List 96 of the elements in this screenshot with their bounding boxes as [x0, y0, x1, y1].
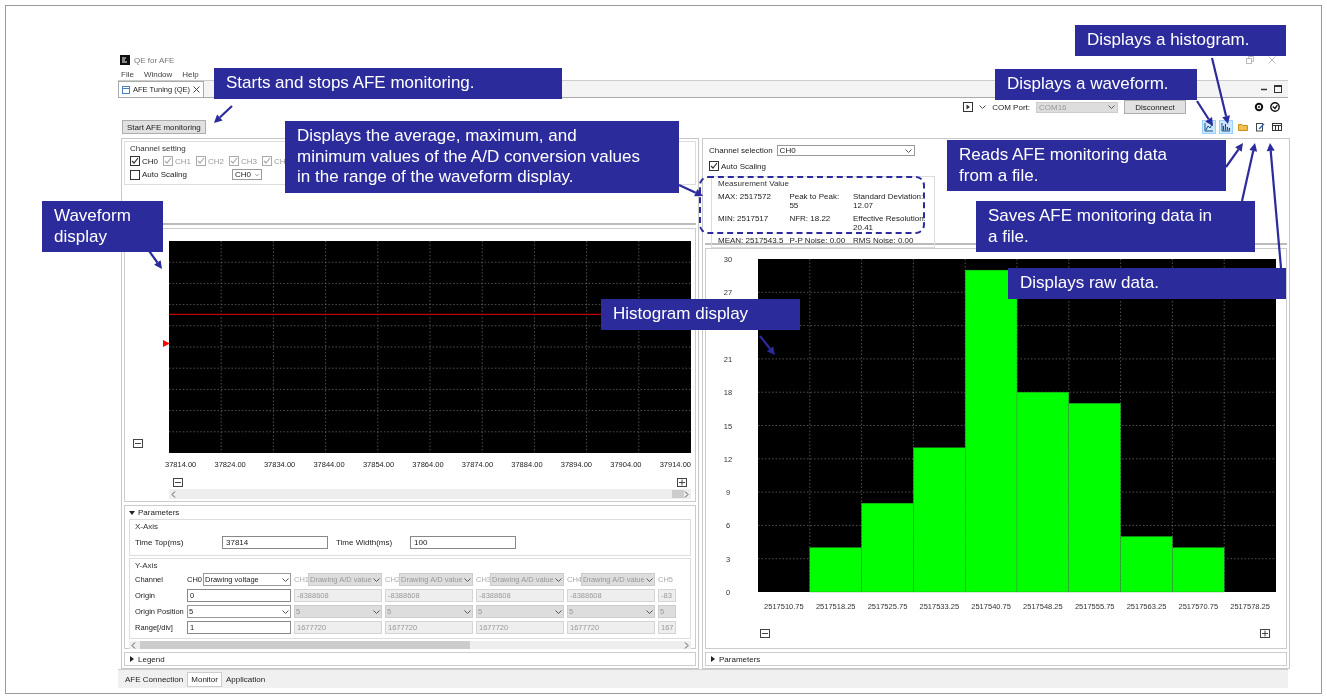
callout: Waveform display — [42, 201, 163, 253]
pointer-arrow — [214, 105, 233, 123]
menu-item[interactable]: File — [121, 69, 134, 79]
callout: Histogram display — [601, 299, 800, 330]
checkbox[interactable] — [130, 169, 140, 180]
caret-icon — [373, 609, 380, 614]
com-port-label: COM Port: — [992, 102, 1030, 112]
caret-icon — [464, 609, 471, 614]
run-icon[interactable] — [963, 102, 974, 112]
start-monitoring-button[interactable]: Start AFE monitoring — [122, 120, 206, 134]
measurement-value: RMS Noise: 0.00 — [853, 236, 915, 245]
trigger-marker-icon — [163, 340, 170, 347]
caret-icon — [373, 577, 380, 582]
zoom-out-icon[interactable] — [173, 478, 183, 487]
document-pencil-icon — [1255, 122, 1265, 132]
caret-icon — [979, 105, 987, 109]
checkbox-label: CH — [274, 156, 286, 166]
channel-dropdown[interactable]: CH0 — [776, 145, 915, 156]
pointer-arrow — [678, 184, 703, 197]
histogram-bar — [1172, 547, 1225, 593]
callout: Reads AFE monitoring data from a file. — [947, 140, 1226, 192]
callout: Starts and stops AFE monitoring. — [214, 68, 562, 99]
maximize-icon[interactable] — [1274, 85, 1282, 93]
zoom-out-icon[interactable] — [760, 629, 770, 638]
disconnect-button[interactable]: Disconnect — [1124, 100, 1186, 114]
callout: Saves AFE monitoring data in a file. — [976, 201, 1255, 253]
collapsed-arrow-icon[interactable] — [710, 656, 716, 662]
tab[interactable]: Monitor — [187, 671, 222, 687]
window-title: QE for AFE — [134, 55, 175, 65]
field-label: Time Top(ms) — [135, 538, 185, 547]
bar-chart-icon — [1221, 122, 1231, 132]
measurement-value: Peak to Peak: 55 — [789, 192, 841, 210]
data-table-icon — [1272, 122, 1282, 132]
folder-icon — [1238, 122, 1248, 132]
document-pencil-toggle[interactable] — [1253, 120, 1267, 134]
callout: Displays a histogram. — [1075, 25, 1286, 56]
caret-icon — [464, 577, 471, 582]
checkbox-label: CH1 — [175, 156, 191, 166]
section-title[interactable]: Legend — [138, 654, 165, 664]
measurement-value: Standard Deviation: 12.07 — [853, 192, 925, 210]
menu-item[interactable]: Window — [143, 69, 173, 79]
group-title: Channel setting — [130, 144, 187, 153]
checkbox-label: CH2 — [208, 156, 224, 166]
checkbox-label: CH0 — [142, 156, 158, 166]
measurement-value: MAX: 2517572 — [718, 192, 772, 203]
checkbox-label: CH3 — [241, 156, 257, 166]
field-label: Channel selection — [709, 146, 773, 155]
callout: Displays raw data. — [1008, 268, 1286, 299]
zoom-in-icon[interactable] — [1260, 629, 1270, 638]
group-title: Measurement Value — [718, 179, 790, 188]
section-title[interactable]: Parameters — [719, 654, 761, 664]
caret-icon — [904, 148, 912, 153]
field-label: Time Width(ms) — [336, 538, 394, 547]
section-title[interactable]: Parameters — [138, 508, 180, 517]
caret-icon — [282, 609, 289, 614]
measurement-value: MEAN: 2517543.5 — [718, 236, 784, 245]
line-chart-icon — [1204, 122, 1214, 132]
gear-icon[interactable] — [1254, 102, 1264, 112]
collapsed-arrow-icon[interactable] — [129, 656, 135, 662]
caret-icon — [646, 609, 653, 614]
bar-chart-toggle[interactable] — [1219, 120, 1233, 134]
caret-icon — [646, 577, 653, 582]
measurement-value: MIN: 2517517 — [718, 214, 770, 225]
scroll-thumb[interactable] — [672, 490, 684, 498]
scrollbar[interactable] — [169, 489, 691, 499]
caret-icon — [555, 577, 562, 582]
window-icon — [122, 85, 130, 94]
measurement-value: Effective Resolution: 20.41 — [853, 214, 927, 232]
checkbox[interactable] — [709, 161, 719, 171]
check-circle-icon[interactable] — [1270, 102, 1280, 112]
collapse-icon[interactable] — [133, 439, 143, 448]
scrollbar[interactable] — [129, 641, 691, 649]
group-title: X-Axis — [135, 522, 160, 531]
zoom-in-icon[interactable] — [677, 478, 687, 487]
measurement-value: NFR: 18.22 — [789, 214, 832, 225]
callout: Displays a waveform. — [995, 69, 1197, 100]
channel-dropdown[interactable]: CH0 — [232, 169, 262, 180]
close-icon[interactable] — [193, 86, 201, 93]
group-title: Y-Axis — [135, 561, 159, 570]
caret-icon — [282, 577, 289, 582]
pointer-arrow — [759, 335, 775, 355]
input-field[interactable]: 37814 — [222, 536, 328, 549]
measurement-value: P-P Noise: 0.00 — [789, 236, 847, 245]
menu-item[interactable]: Help — [182, 69, 199, 79]
callout: Displays the average, maximum, and minimum values of the A/D conversion values in the range of the waveform display. — [285, 121, 679, 194]
input-field[interactable]: 100 — [410, 536, 516, 549]
checkbox[interactable] — [130, 156, 140, 166]
expanded-arrow-icon[interactable] — [129, 509, 135, 516]
tab[interactable]: AFE Connection — [121, 671, 188, 687]
scroll-thumb[interactable] — [140, 641, 470, 649]
caret-icon — [555, 609, 562, 614]
caret-icon — [1108, 105, 1115, 109]
checkbox-label: Auto Scaling — [142, 170, 187, 179]
tab[interactable]: Application — [221, 671, 270, 687]
data-table-toggle[interactable] — [1270, 120, 1284, 134]
checkbox-label: Auto Scaling — [721, 161, 766, 171]
